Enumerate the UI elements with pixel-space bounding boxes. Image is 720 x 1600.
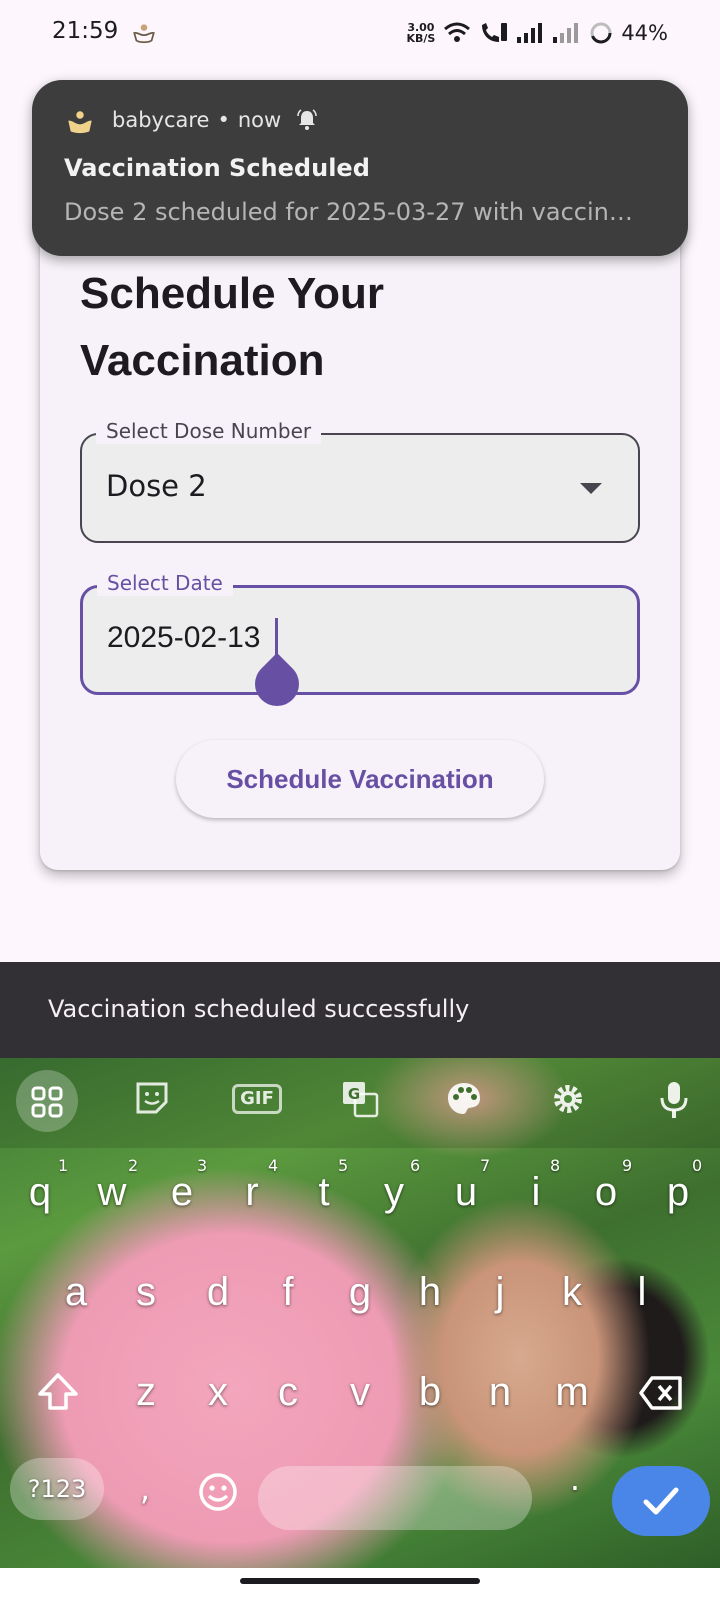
navigation-bar <box>0 1568 720 1600</box>
key-z[interactable]: z <box>116 1370 176 1415</box>
key-w[interactable]: w <box>82 1170 142 1215</box>
key-g[interactable]: g <box>330 1270 390 1315</box>
key-m[interactable]: m <box>542 1370 602 1415</box>
snackbar-message: Vaccination scheduled successfully <box>48 995 470 1023</box>
dropdown-arrow-icon <box>580 483 602 494</box>
key-hint-4: 4 <box>268 1156 279 1175</box>
grid-icon[interactable] <box>16 1070 78 1132</box>
dose-number-dropdown[interactable]: Select Dose Number Dose 2 <box>80 418 640 543</box>
key-d[interactable]: d <box>188 1270 248 1315</box>
signal-icon-sim2 <box>553 23 579 43</box>
key-hint-6: 6 <box>410 1156 421 1175</box>
comma-key[interactable]: , <box>130 1470 160 1508</box>
key-v[interactable]: v <box>330 1370 390 1415</box>
key-h[interactable]: h <box>400 1270 460 1315</box>
gif-button[interactable]: GIF <box>232 1084 282 1114</box>
key-o[interactable]: o <box>576 1170 636 1215</box>
wifi-icon <box>444 22 471 42</box>
network-speed: 3.00 KB/S <box>406 21 436 45</box>
dose-number-value: Dose 2 <box>106 469 207 503</box>
key-j[interactable]: j <box>470 1270 530 1315</box>
notification-time: now <box>237 108 282 132</box>
mic-icon[interactable] <box>654 1080 694 1120</box>
key-f[interactable]: f <box>258 1270 318 1315</box>
key-k[interactable]: k <box>542 1270 602 1315</box>
key-i[interactable]: i <box>506 1170 566 1215</box>
key-hint-3: 3 <box>197 1156 208 1175</box>
schedule-vaccination-button[interactable]: Schedule Vaccination <box>176 740 544 818</box>
key-y[interactable]: y <box>364 1170 424 1215</box>
key-q[interactable]: q <box>10 1170 70 1215</box>
settings-icon[interactable] <box>548 1080 588 1120</box>
key-t[interactable]: t <box>294 1170 354 1215</box>
status-icons: 3.00 KB/S 44% <box>406 18 668 48</box>
key-s[interactable]: s <box>116 1270 176 1315</box>
key-hint-1: 1 <box>58 1156 69 1175</box>
key-c[interactable]: c <box>258 1370 318 1415</box>
notification-app-name: babycare <box>112 108 210 132</box>
wifi-calling-icon <box>482 23 508 42</box>
key-a[interactable]: a <box>46 1270 106 1315</box>
key-hint-8: 8 <box>550 1156 561 1175</box>
battery-icon <box>590 22 612 44</box>
form-title: Schedule Your Vaccination <box>80 269 385 385</box>
key-b[interactable]: b <box>400 1370 460 1415</box>
backspace-icon[interactable] <box>636 1374 686 1416</box>
notification-title: Vaccination Scheduled <box>64 154 370 182</box>
space-bar[interactable] <box>258 1466 532 1530</box>
key-u[interactable]: u <box>436 1170 496 1215</box>
date-label: Select Date <box>97 570 233 596</box>
key-x[interactable]: x <box>188 1370 248 1415</box>
period-key[interactable]: . <box>560 1460 590 1498</box>
svg-text:G: G <box>348 1085 360 1103</box>
key-hint-9: 9 <box>622 1156 633 1175</box>
battery-percent: 44% <box>621 21 668 45</box>
palette-icon[interactable] <box>444 1080 484 1120</box>
babycare-app-icon <box>68 111 92 134</box>
enter-key[interactable] <box>612 1466 710 1536</box>
keyboard-toolbar: GIF G <box>0 1058 720 1148</box>
status-time: 21:59 <box>52 18 119 44</box>
cursor-handle[interactable] <box>245 652 309 716</box>
key-hint-2: 2 <box>128 1156 139 1175</box>
soft-keyboard: GIF G q 1 w 2 e 3 r 4 t 5 y 6 u 7 i 8 o … <box>0 1058 720 1568</box>
numbers-key[interactable]: ?123 <box>10 1458 104 1520</box>
date-input[interactable]: Select Date 2025-02-13 <box>80 570 640 716</box>
translate-icon[interactable]: G <box>340 1080 380 1120</box>
key-hint-5: 5 <box>338 1156 349 1175</box>
dose-number-label: Select Dose Number <box>96 418 322 444</box>
babycare-app-icon <box>133 24 155 44</box>
vaccination-form-card: Schedule Your Vaccination Select Dose Nu… <box>40 200 680 870</box>
key-r[interactable]: r <box>222 1170 282 1215</box>
notification-body: Dose 2 scheduled for 2025-03-27 with vac… <box>64 198 633 226</box>
sticker-icon[interactable] <box>132 1080 172 1120</box>
key-hint-0: 0 <box>692 1156 703 1175</box>
key-n[interactable]: n <box>470 1370 530 1415</box>
notification-header: babycare • now <box>112 108 319 132</box>
signal-icon-sim1 <box>517 23 543 43</box>
key-hint-7: 7 <box>480 1156 491 1175</box>
shift-icon[interactable] <box>34 1370 82 1418</box>
key-p[interactable]: p <box>648 1170 708 1215</box>
date-value: 2025-02-13 <box>107 621 261 654</box>
emoji-icon[interactable] <box>190 1462 246 1518</box>
key-e[interactable]: e <box>152 1170 212 1215</box>
notification-separator: • <box>217 108 230 132</box>
status-bar: 21:59 3.00 KB/S 44% <box>0 0 720 66</box>
snackbar: Vaccination scheduled successfully <box>0 962 720 1058</box>
bell-icon <box>297 109 318 130</box>
key-l[interactable]: l <box>612 1270 672 1315</box>
notification[interactable]: babycare • now Vaccination Scheduled Dos… <box>32 80 688 256</box>
checkmark-icon <box>643 1487 679 1515</box>
home-gesture-handle[interactable] <box>240 1578 480 1584</box>
